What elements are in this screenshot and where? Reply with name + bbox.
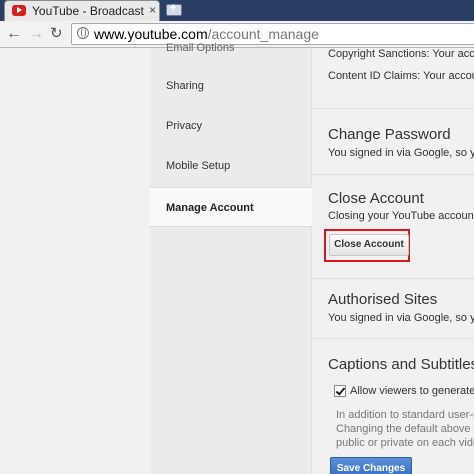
change-password-text: You signed in via Google, so you s [328, 147, 474, 159]
authorised-sites-heading: Authorised Sites [328, 291, 438, 308]
close-account-button[interactable]: Close Account [329, 234, 409, 256]
captions-heading: Captions and Subtitles [328, 356, 474, 373]
sidebar-item-email-options[interactable]: Email Options [150, 32, 312, 64]
close-account-text: Closing your YouTube account wil [328, 210, 474, 222]
section-divider [312, 338, 474, 339]
tab-title: YouTube - Broadcast Yours [32, 4, 144, 18]
section-divider [312, 278, 474, 279]
close-account-heading: Close Account [328, 190, 424, 207]
page-content: Email Options Sharing Privacy Mobile Set… [0, 42, 474, 474]
allow-captions-label: Allow viewers to generate ca [350, 385, 474, 397]
change-password-heading: Change Password [328, 126, 451, 143]
globe-icon [77, 27, 89, 39]
captions-help-text-3: public or private on each video's [336, 437, 474, 449]
section-divider [312, 108, 474, 109]
tab-close-icon[interactable]: × [149, 3, 156, 17]
youtube-favicon-icon [12, 5, 26, 16]
sidebar-item-privacy[interactable]: Privacy [150, 106, 312, 146]
back-arrow-icon[interactable]: ← [6, 25, 22, 43]
copyright-sanctions-text: Copyright Sanctions: Your account i [328, 48, 474, 60]
browser-tab-strip: YouTube - Broadcast Yours × + [0, 0, 474, 21]
main-content: Copyright Sanctions: Your account i Cont… [312, 48, 474, 474]
captions-help-text-1: In addition to standard user-uple [336, 409, 474, 421]
forward-arrow-icon[interactable]: → [28, 25, 44, 43]
plus-icon: + [170, 2, 177, 14]
captions-help-text-2: Changing the default above will [336, 423, 474, 435]
sidebar-item-mobile-setup[interactable]: Mobile Setup [150, 146, 312, 186]
content-id-claims-text: Content ID Claims: Your account in [328, 70, 474, 82]
save-changes-button[interactable]: Save Changes [330, 457, 412, 474]
account-sidebar: Email Options Sharing Privacy Mobile Set… [150, 42, 312, 474]
new-tab-button[interactable]: + [166, 2, 182, 16]
reload-icon[interactable]: ↻ [50, 25, 63, 43]
section-divider [312, 174, 474, 175]
browser-tab[interactable]: YouTube - Broadcast Yours × [4, 0, 160, 21]
authorised-sites-text: You signed in via Google, so you s [328, 312, 474, 324]
sidebar-item-sharing[interactable]: Sharing [150, 66, 312, 106]
allow-captions-checkbox[interactable] [334, 385, 346, 397]
sidebar-item-manage-account[interactable]: Manage Account [150, 187, 312, 227]
left-gutter [0, 48, 150, 474]
